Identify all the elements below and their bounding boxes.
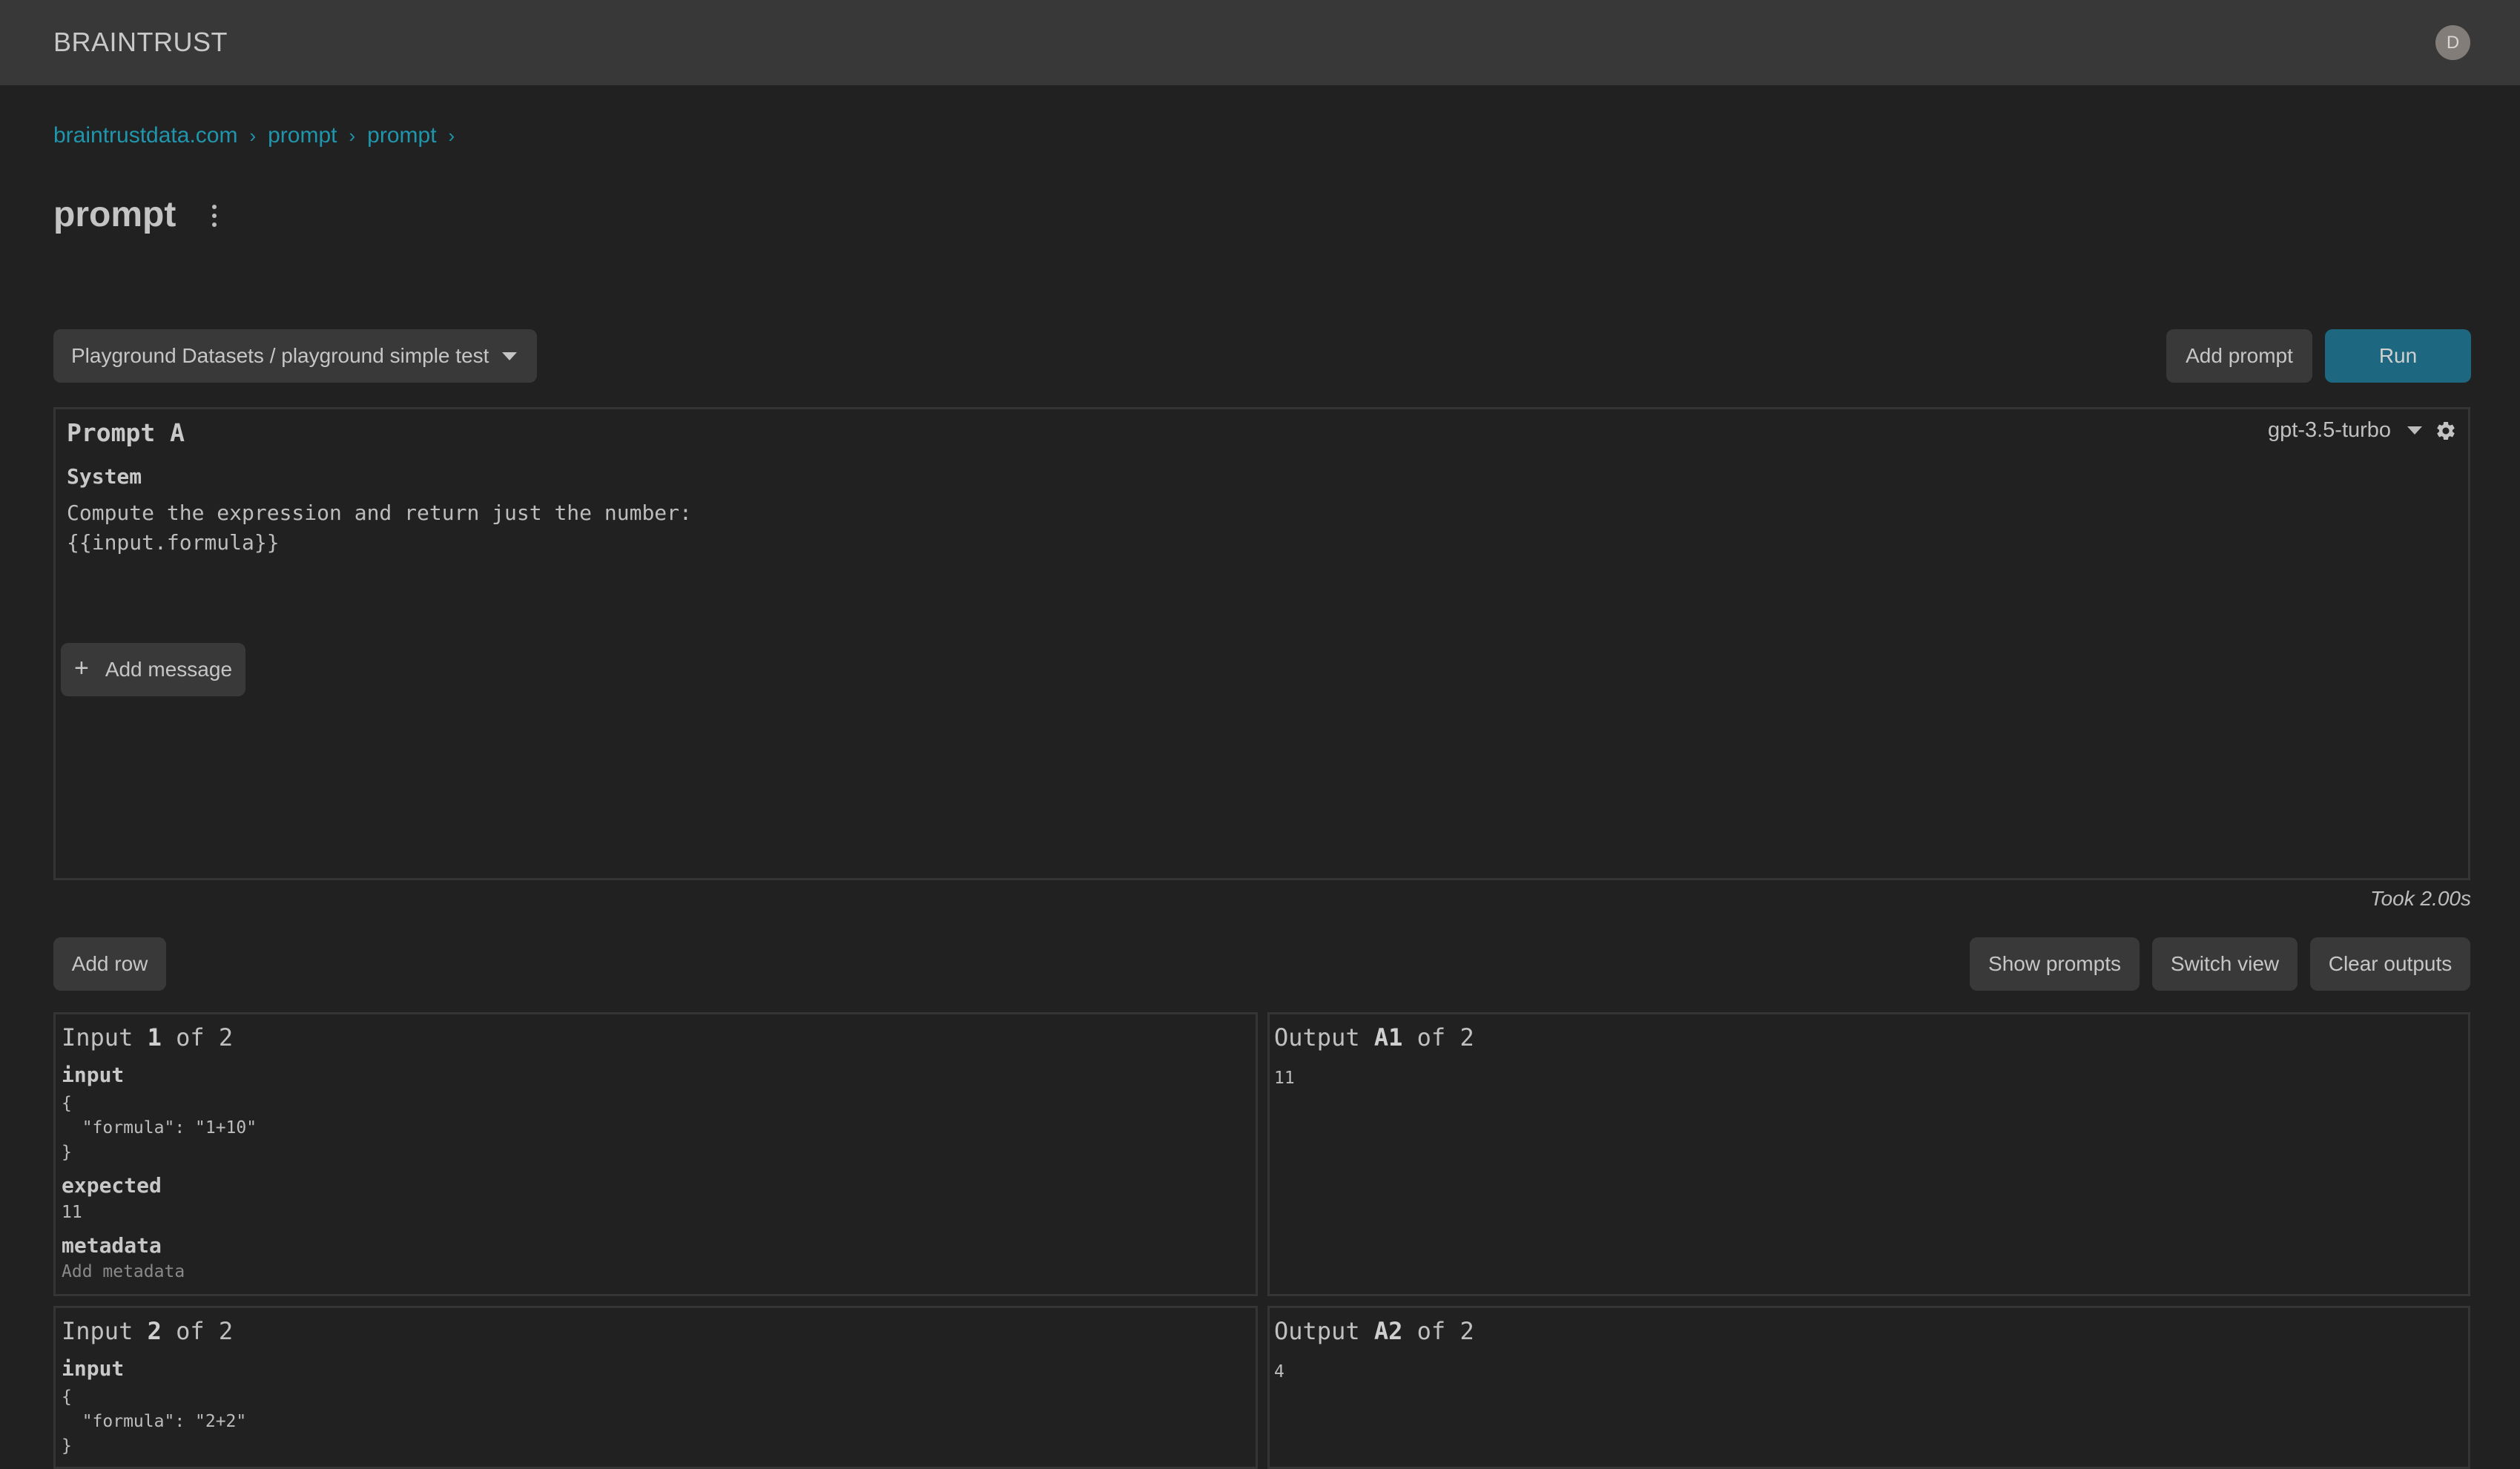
chevron-right-icon: ›	[349, 124, 356, 147]
show-prompts-button[interactable]: Show prompts	[1970, 937, 2140, 991]
heading-suffix: of 2	[161, 1317, 234, 1345]
expected-field-label: expected	[62, 1173, 162, 1198]
system-message-editor[interactable]: Compute the expression and return just t…	[67, 498, 692, 558]
clear-outputs-button[interactable]: Clear outputs	[2310, 937, 2470, 991]
breadcrumb-playground[interactable]: prompt	[367, 123, 436, 148]
breadcrumb: braintrustdata.com › prompt › prompt ›	[53, 123, 466, 148]
prompt-name: Prompt A	[67, 418, 185, 447]
output-cell	[1267, 1012, 2470, 1296]
heading-prefix: Input	[62, 1023, 148, 1052]
row-index: 2	[147, 1317, 162, 1345]
add-message-label: Add message	[105, 658, 233, 681]
input-field-value[interactable]: { "formula": "1+10" }	[62, 1092, 257, 1165]
output-value: 4	[1274, 1362, 1284, 1381]
input-cell-heading: Input 2 of 2	[62, 1317, 233, 1345]
input-field-label: input	[62, 1063, 125, 1087]
input-field-label: input	[62, 1356, 125, 1381]
chevron-right-icon: ›	[249, 124, 257, 147]
user-avatar[interactable]: D	[2435, 25, 2470, 60]
prompt-card	[53, 407, 2470, 880]
output-cell-heading: Output A1 of 2	[1274, 1023, 1474, 1052]
row-index: 1	[147, 1023, 162, 1052]
add-message-button[interactable]: + Add message	[61, 643, 245, 696]
dataset-select[interactable]: Playground Datasets / playground simple …	[53, 329, 537, 383]
top-bar	[0, 0, 2520, 85]
run-button[interactable]: Run	[2325, 329, 2471, 383]
heading-suffix: of 2	[161, 1023, 234, 1052]
model-select[interactable]: gpt-3.5-turbo	[2268, 418, 2423, 443]
model-select-value: gpt-3.5-turbo	[2268, 418, 2392, 442]
add-prompt-button[interactable]: Add prompt	[2166, 329, 2312, 383]
metadata-field-input[interactable]: Add metadata	[62, 1262, 185, 1281]
switch-view-button[interactable]: Switch view	[2152, 937, 2298, 991]
metadata-field-label: metadata	[62, 1233, 162, 1258]
run-duration: Took 2.00s	[2370, 887, 2471, 910]
output-cell-heading: Output A2 of 2	[1274, 1317, 1474, 1345]
caret-down-icon	[2407, 426, 2423, 435]
chevron-right-icon: ›	[448, 124, 455, 147]
add-row-button[interactable]: Add row	[53, 937, 166, 991]
dataset-select-value: Playground Datasets / playground simple …	[71, 344, 489, 367]
output-value: 11	[1274, 1069, 1295, 1088]
plus-icon: +	[73, 653, 89, 682]
page-title: prompt	[53, 195, 177, 234]
input-field-value[interactable]: { "formula": "2+2" }	[62, 1385, 246, 1459]
heading-suffix: of 2	[1402, 1023, 1474, 1052]
message-role: System	[67, 464, 142, 489]
gear-icon[interactable]	[2435, 420, 2457, 442]
brand-logo[interactable]: BRAINTRUST	[53, 27, 228, 58]
expected-field-value[interactable]: 11	[62, 1201, 82, 1225]
caret-down-icon	[502, 351, 518, 360]
heading-prefix: Output	[1274, 1317, 1374, 1345]
output-index: A2	[1373, 1317, 1403, 1345]
heading-prefix: Input	[62, 1317, 148, 1345]
breadcrumb-org[interactable]: braintrustdata.com	[53, 123, 237, 148]
breadcrumb-project[interactable]: prompt	[268, 123, 337, 148]
more-options-icon[interactable]	[208, 205, 221, 231]
heading-suffix: of 2	[1402, 1317, 1474, 1345]
output-index: A1	[1373, 1023, 1403, 1052]
input-cell-heading: Input 1 of 2	[62, 1023, 233, 1052]
heading-prefix: Output	[1274, 1023, 1374, 1052]
